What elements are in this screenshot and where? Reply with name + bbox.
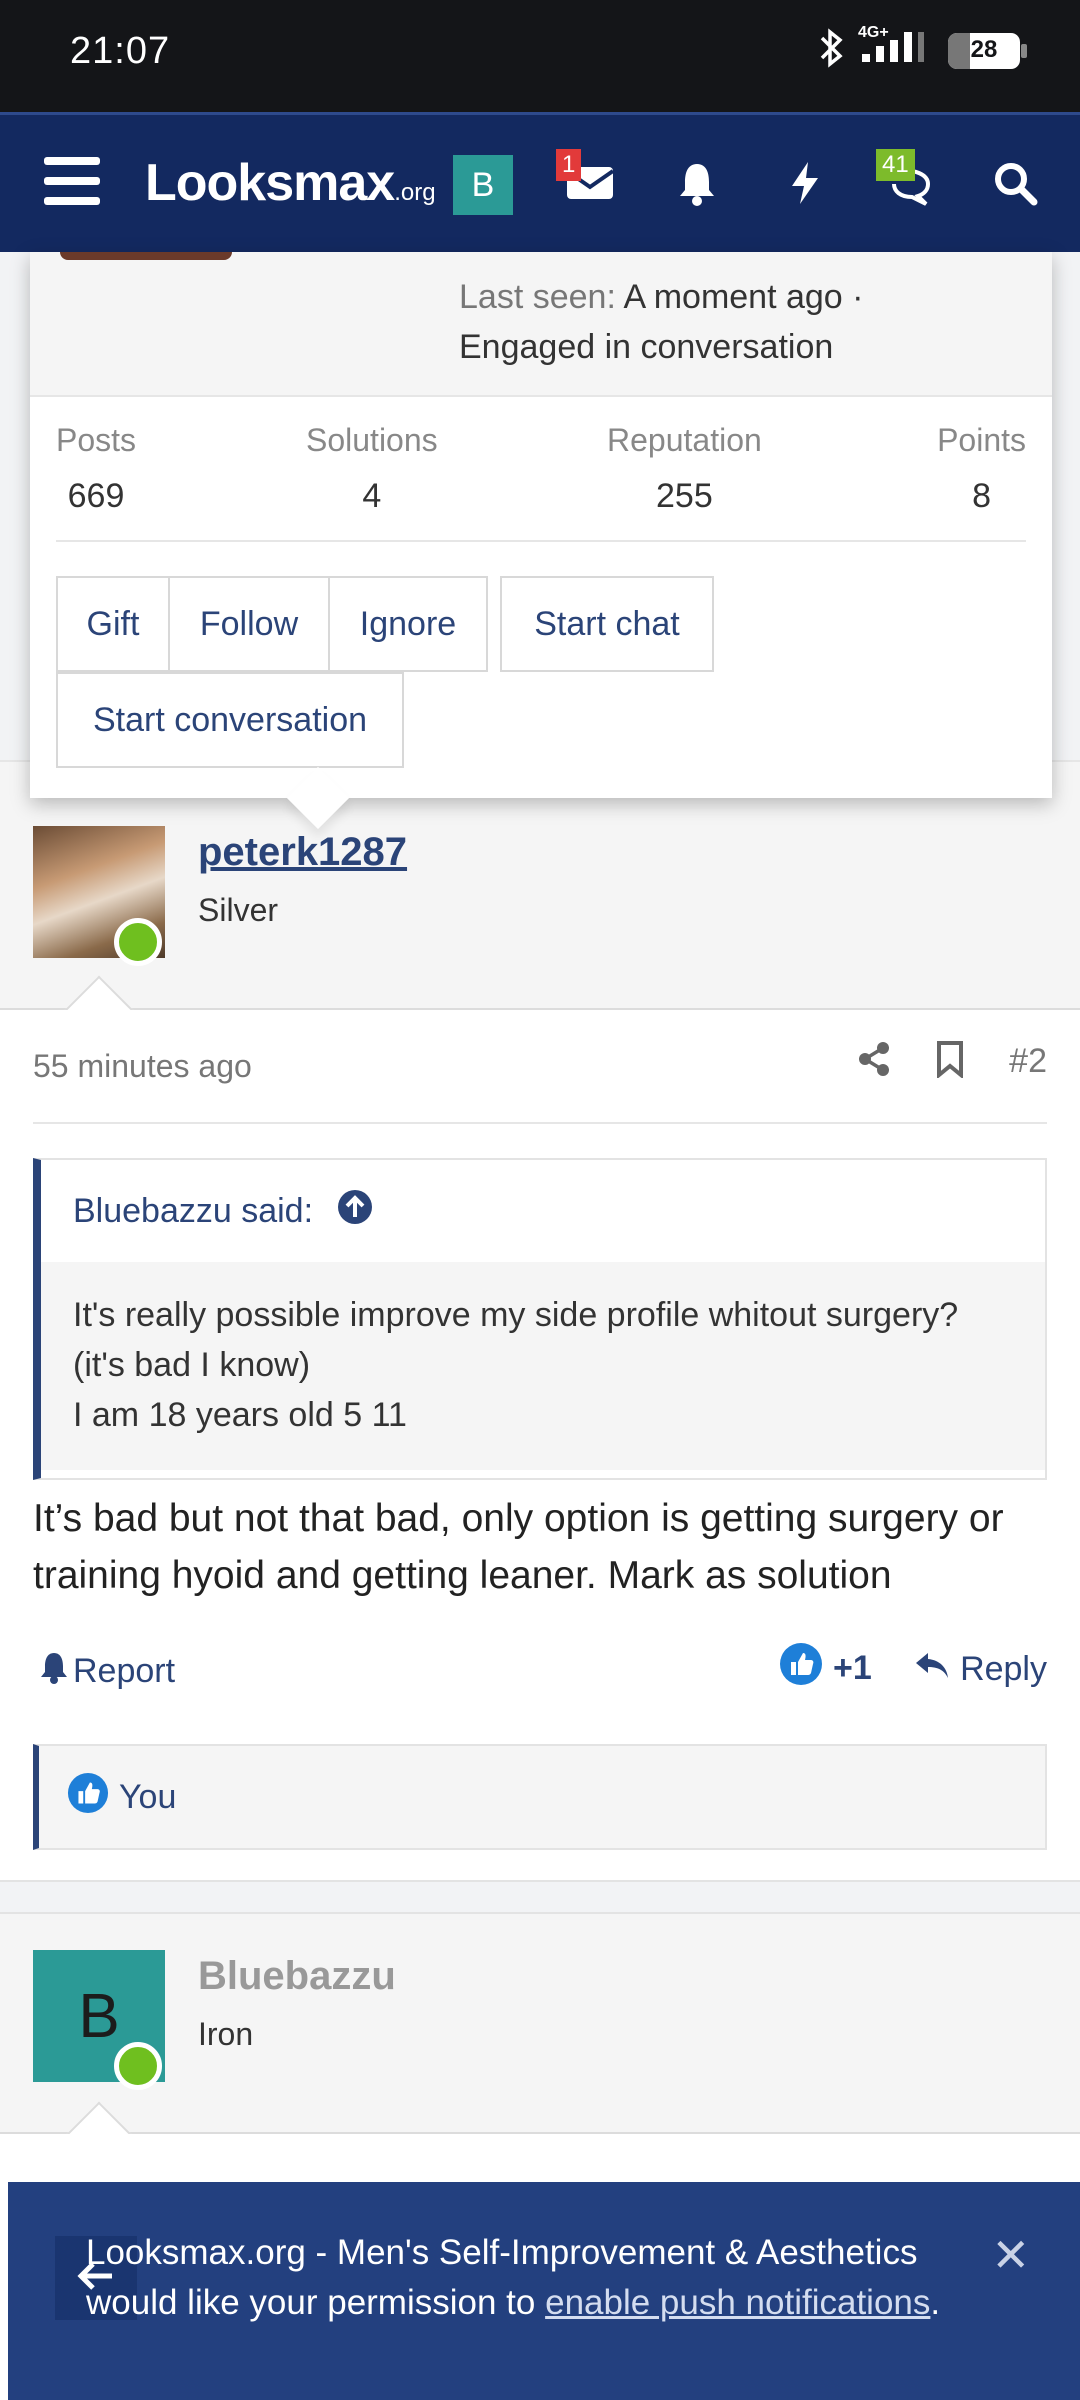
conversations-button[interactable]: 41 xyxy=(876,149,940,215)
stat-value: 255 xyxy=(656,477,713,515)
network-type: 4G+ xyxy=(858,24,889,41)
ignore-button[interactable]: Ignore xyxy=(328,576,488,672)
bell-icon xyxy=(39,1650,69,1693)
last-seen-label: Last seen: xyxy=(459,278,616,316)
bell-icon xyxy=(677,160,717,211)
inbox-badge: 1 xyxy=(556,149,582,181)
push-text-end: . xyxy=(930,2283,941,2322)
battery-icon: 28 xyxy=(948,32,1027,69)
post-message: 55 minutes ago #2 Bluebazzu said: It's r… xyxy=(0,1010,1080,1882)
member-activity: Engaged in conversation xyxy=(459,328,834,366)
reaction-summary[interactable]: +1 xyxy=(779,1642,872,1695)
inbox-button[interactable]: 1 xyxy=(556,149,620,215)
logo-main: Looksmax xyxy=(145,154,395,212)
stat-label: Reputation xyxy=(607,422,762,458)
status-icons: 4G+ 28 xyxy=(816,24,1027,73)
status-bar: 21:07 4G+ 28 xyxy=(0,0,1080,112)
push-message: Looksmax.org - Men's Self-Improvement & … xyxy=(86,2228,986,2328)
member-avatar-partial xyxy=(60,252,232,260)
stat-posts[interactable]: Posts 669 xyxy=(56,422,136,516)
follow-button[interactable]: Follow xyxy=(168,576,330,672)
quote-body: It's really possible improve my side pro… xyxy=(41,1262,1045,1470)
app-header: Looksmax.org B 1 41 xyxy=(0,112,1080,252)
quote-header[interactable]: Bluebazzu said: xyxy=(41,1160,1045,1262)
stat-value: 4 xyxy=(362,477,382,515)
start-conversation-button[interactable]: Start conversation xyxy=(56,672,404,768)
bluetooth-icon xyxy=(816,28,846,73)
logo-suffix: .org xyxy=(394,179,436,206)
next-author-username[interactable]: Bluebazzu xyxy=(198,1954,396,1999)
quote-block: Bluebazzu said: It's really possible imp… xyxy=(33,1158,1047,1480)
signal-icon: 4G+ xyxy=(858,24,928,73)
divider xyxy=(33,1122,1047,1124)
last-seen: Last seen: A moment ago · Engaged in con… xyxy=(459,272,863,372)
reaction-count: +1 xyxy=(833,1649,872,1687)
battery-level: 28 xyxy=(970,35,998,63)
reply-arrow-icon xyxy=(914,1650,950,1689)
reactions-bar[interactable]: You xyxy=(33,1744,1047,1850)
reply-button[interactable]: Reply xyxy=(914,1650,1047,1689)
quote-line: It's really possible improve my side pro… xyxy=(73,1296,959,1334)
stat-solutions[interactable]: Solutions 4 xyxy=(306,422,438,516)
quote-author: Bluebazzu said: xyxy=(73,1191,314,1230)
stat-label: Solutions xyxy=(306,422,438,458)
whats-new-button[interactable] xyxy=(775,155,835,215)
post-time[interactable]: 55 minutes ago xyxy=(33,1048,252,1085)
stat-value: 8 xyxy=(972,477,991,515)
bookmark-icon[interactable] xyxy=(935,1040,965,1083)
quote-line: I am 18 years old 5 11 xyxy=(73,1396,407,1434)
report-button[interactable]: Report xyxy=(39,1650,175,1693)
like-icon xyxy=(67,1772,109,1823)
author-rank: Silver xyxy=(198,892,279,928)
conversations-badge: 41 xyxy=(876,149,915,181)
start-chat-button[interactable]: Start chat xyxy=(500,576,714,672)
online-indicator xyxy=(114,918,162,966)
search-icon xyxy=(992,160,1038,211)
status-time: 21:07 xyxy=(70,30,171,72)
enable-push-link[interactable]: enable push notifications xyxy=(545,2283,930,2322)
post-actions: Report +1 Reply xyxy=(33,1640,1047,1700)
post-meta-actions: #2 xyxy=(857,1040,1047,1083)
quote-line: (it's bad I know) xyxy=(73,1346,311,1384)
search-button[interactable] xyxy=(985,155,1045,215)
author-username[interactable]: peterk1287 xyxy=(198,830,407,875)
stat-label: Posts xyxy=(56,422,137,458)
post-body-text: It’s bad but not that bad, only option i… xyxy=(33,1497,1004,1597)
push-notification-banner: Looksmax.org - Men's Self-Improvement & … xyxy=(8,2182,1080,2400)
reacted-by: You xyxy=(119,1777,177,1816)
bolt-icon xyxy=(788,160,822,211)
arrow-up-circle-icon[interactable] xyxy=(337,1189,373,1234)
online-indicator xyxy=(114,2042,162,2090)
account-avatar[interactable]: B xyxy=(453,155,513,215)
next-author-rank: Iron xyxy=(198,2016,254,2052)
like-icon xyxy=(779,1642,823,1695)
stat-points[interactable]: Points 8 xyxy=(937,422,1026,516)
stat-value: 669 xyxy=(67,477,125,515)
site-logo[interactable]: Looksmax.org xyxy=(145,153,436,213)
stat-reputation[interactable]: Reputation 255 xyxy=(607,422,762,516)
post-number[interactable]: #2 xyxy=(1009,1042,1047,1081)
notifications-button[interactable] xyxy=(667,155,727,215)
menu-icon[interactable] xyxy=(44,157,100,207)
member-tooltip: Last seen: A moment ago · Engaged in con… xyxy=(30,252,1052,830)
close-icon[interactable]: ✕ xyxy=(991,2228,1030,2282)
member-tooltip-header: Last seen: A moment ago · Engaged in con… xyxy=(30,252,1052,397)
reply-label: Reply xyxy=(960,1650,1047,1688)
share-icon[interactable] xyxy=(857,1041,891,1082)
gift-button[interactable]: Gift xyxy=(56,576,170,672)
member-stats: Posts 669 Solutions 4 Reputation 255 Poi… xyxy=(56,422,1026,542)
stat-label: Points xyxy=(937,422,1026,458)
report-label: Report xyxy=(73,1652,176,1690)
last-seen-value: A moment ago · xyxy=(623,278,864,316)
next-post-author-block: B Bluebazzu Iron xyxy=(0,1912,1080,2173)
